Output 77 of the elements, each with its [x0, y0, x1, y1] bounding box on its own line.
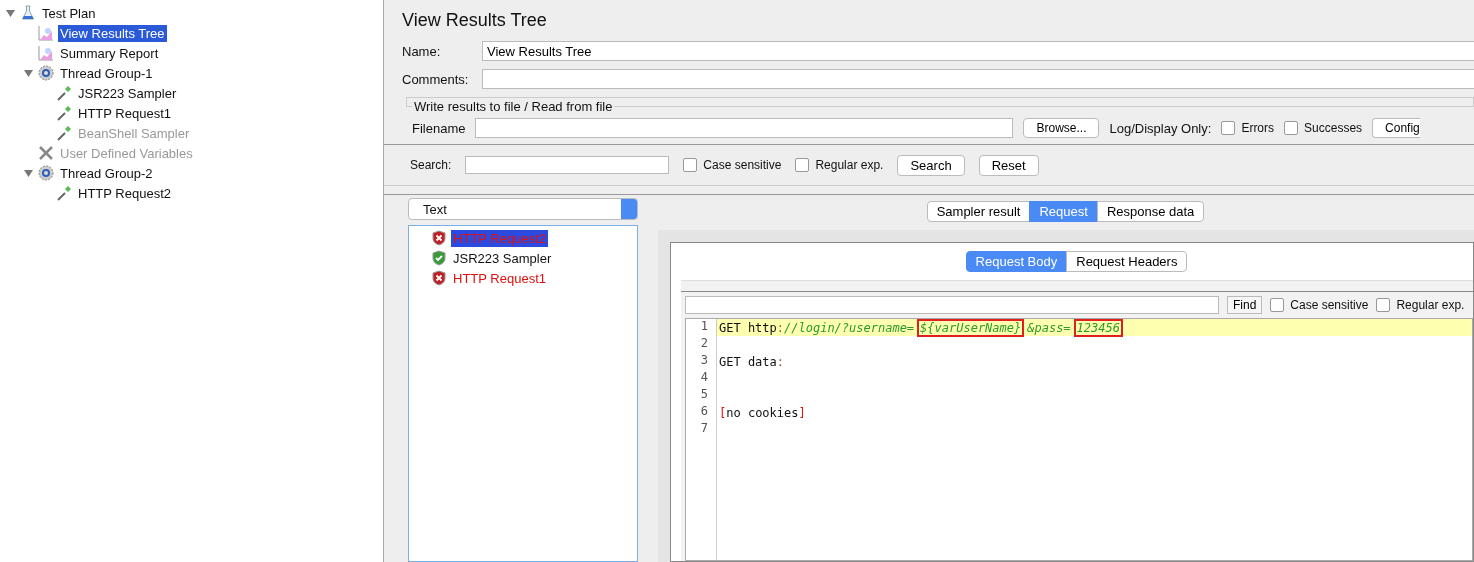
dropper-icon	[56, 125, 72, 141]
code-text: GET data	[719, 354, 777, 369]
name-field[interactable]: View Results Tree	[482, 41, 1474, 61]
find-button[interactable]: Find	[1227, 296, 1263, 314]
tree-item[interactable]: HTTP Request2	[76, 184, 173, 202]
tab[interactable]: Sampler result	[926, 201, 1031, 222]
line-number: 2	[699, 336, 709, 352]
gear-icon	[38, 65, 54, 81]
tree-item[interactable]: Thread Group-1	[58, 64, 155, 82]
search-field[interactable]	[465, 156, 670, 174]
checkbox[interactable]	[1221, 121, 1236, 135]
checkbox-label: Case sensitive	[1290, 298, 1369, 312]
checkbox-label: Successes	[1304, 121, 1363, 135]
code-text: //login/?username=	[784, 320, 915, 335]
code-text: [	[719, 405, 727, 420]
code-text: :	[776, 320, 785, 335]
checkbox[interactable]	[795, 158, 810, 172]
line-number: 4	[699, 370, 709, 386]
reset-button[interactable]: Reset	[978, 154, 1039, 176]
search-button[interactable]: Search	[897, 154, 965, 176]
code-text: ]	[798, 405, 806, 420]
checkbox[interactable]	[1376, 298, 1391, 312]
line-number: 5	[699, 387, 709, 403]
tree-item[interactable]: JSR223 Sampler	[76, 84, 179, 102]
expanded-arrow-icon[interactable]	[23, 68, 33, 78]
checkbox-label: Errors	[1241, 121, 1275, 135]
comments-field[interactable]	[482, 69, 1474, 89]
panel-title: View Results Tree	[402, 10, 548, 31]
field-label: Comments:	[402, 71, 470, 87]
find-field[interactable]	[685, 296, 1219, 314]
expanded-arrow-icon[interactable]	[5, 8, 15, 18]
code-text: GET http	[719, 320, 777, 335]
checkbox[interactable]	[1270, 298, 1285, 312]
tree-item[interactable]: Summary Report	[58, 44, 161, 62]
checkbox-label: Case sensitive	[703, 158, 782, 172]
result-item[interactable]: HTTP Request1	[451, 269, 548, 287]
dropper-icon	[56, 85, 72, 101]
tree-item[interactable]: View Results Tree	[58, 24, 167, 42]
filename-field[interactable]	[475, 118, 1014, 138]
field-label: Name:	[402, 43, 442, 59]
error-shield-icon	[431, 270, 447, 286]
tree-item[interactable]: Thread Group-2	[58, 164, 155, 182]
field-label: Search:	[410, 158, 452, 172]
check-shield-icon	[431, 250, 447, 266]
highlighted-code: ${varUserName}	[917, 318, 1025, 337]
result-item[interactable]: JSR223 Sampler	[451, 249, 554, 267]
line-number: 1	[699, 319, 709, 335]
renderer-dropdown[interactable]: Text	[408, 198, 638, 220]
tools-icon	[38, 145, 54, 161]
checkbox-label: Regular exp.	[1396, 298, 1465, 312]
tree-item[interactable]: HTTP Request1	[76, 104, 173, 122]
line-number: 6	[699, 404, 709, 420]
code-text: no cookies	[726, 405, 799, 420]
line-number: 3	[699, 353, 709, 369]
configure-button[interactable]: Config	[1372, 118, 1420, 138]
checkbox-label: Regular exp.	[815, 158, 884, 172]
dropper-icon	[56, 105, 72, 121]
tab[interactable]: Response data	[1096, 201, 1205, 222]
tree-item[interactable]: Test Plan	[40, 4, 98, 22]
chart-icon	[38, 25, 54, 41]
checkbox[interactable]	[683, 158, 698, 172]
code-text: :	[776, 354, 785, 369]
tab[interactable]: Request Headers	[1066, 251, 1188, 272]
highlighted-code: 123456	[1073, 318, 1123, 337]
code-text: &pass=	[1027, 320, 1071, 335]
chart-icon	[38, 45, 54, 61]
field-label: Filename	[412, 120, 466, 136]
dropper-icon	[56, 185, 72, 201]
expanded-arrow-icon[interactable]	[23, 168, 33, 178]
field-label: Log/Display Only:	[1109, 120, 1212, 136]
browse-button[interactable]: Browse...	[1023, 118, 1100, 138]
error-shield-icon	[431, 230, 447, 246]
gear-icon	[38, 165, 54, 181]
checkbox[interactable]	[1284, 121, 1299, 135]
line-number: 7	[699, 421, 709, 437]
flask-icon	[20, 5, 36, 21]
group-legend: Write results to file / Read from file	[412, 99, 615, 114]
